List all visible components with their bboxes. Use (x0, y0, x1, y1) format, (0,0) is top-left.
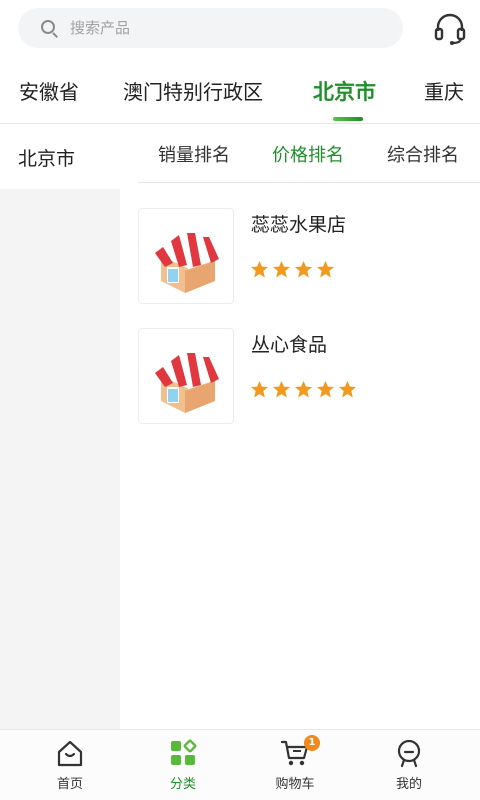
top-bar (0, 0, 480, 58)
rating-stars (250, 260, 335, 279)
shop-name: 丛心食品 (251, 334, 328, 356)
star-icon (294, 380, 313, 398)
shop-name: 蕊蕊水果店 (251, 214, 347, 236)
home-icon (57, 740, 83, 767)
star-icon (272, 260, 291, 278)
nav-category[interactable]: 分类 (123, 730, 243, 800)
tab-macau[interactable]: 澳门特别行政区 (123, 76, 263, 105)
province-tabs: 安徽省 澳门特别行政区 北京市 重庆 (0, 58, 480, 124)
tab-anhui[interactable]: 安徽省 (19, 76, 79, 105)
nav-label-profile: 我的 (395, 777, 422, 792)
tab-chongqing[interactable]: 重庆 (424, 76, 464, 105)
nav-home[interactable]: 首页 (10, 730, 130, 800)
tab-beijing[interactable]: 北京市 (313, 76, 376, 106)
profile-icon (397, 739, 421, 768)
sidebar-item-beijing[interactable]: 北京市 (0, 125, 120, 189)
list-item[interactable]: 丛心食品 (138, 328, 480, 424)
star-icon (250, 380, 269, 398)
nav-label-category: 分类 (169, 777, 196, 792)
bottom-nav: 首页 分类 购物车 1 我的 (0, 729, 480, 800)
nav-cart[interactable]: 购物车 (235, 730, 355, 800)
star-icon (316, 260, 335, 278)
star-icon (338, 380, 357, 398)
search-icon (40, 19, 58, 38)
star-icon (316, 380, 335, 398)
list-item[interactable]: 蕊蕊水果店 (138, 208, 480, 304)
rating-stars (250, 380, 357, 399)
star-icon (250, 260, 269, 278)
active-tab-indicator (333, 117, 363, 121)
search-bar[interactable] (18, 8, 403, 48)
category-icon (171, 739, 197, 765)
star-icon (272, 380, 291, 398)
shop-thumbnail (138, 328, 234, 424)
tab-price-rank[interactable]: 价格排名 (272, 141, 344, 167)
tab-sales-rank[interactable]: 销量排名 (158, 141, 230, 167)
nav-label-home: 首页 (56, 777, 83, 792)
shop-icon (155, 351, 219, 413)
customer-service-icon[interactable] (432, 12, 468, 46)
city-sidebar: 北京市 (0, 125, 120, 729)
shop-icon (155, 231, 219, 293)
search-input[interactable] (70, 19, 350, 37)
nav-profile[interactable]: 我的 (349, 730, 469, 800)
tab-overall-rank[interactable]: 综合排名 (387, 141, 459, 167)
sort-tabs: 销量排名 价格排名 综合排名 (138, 125, 480, 183)
shop-thumbnail (138, 208, 234, 304)
nav-label-cart: 购物车 (275, 777, 315, 792)
star-icon (294, 260, 313, 278)
cart-badge: 1 (304, 735, 320, 751)
